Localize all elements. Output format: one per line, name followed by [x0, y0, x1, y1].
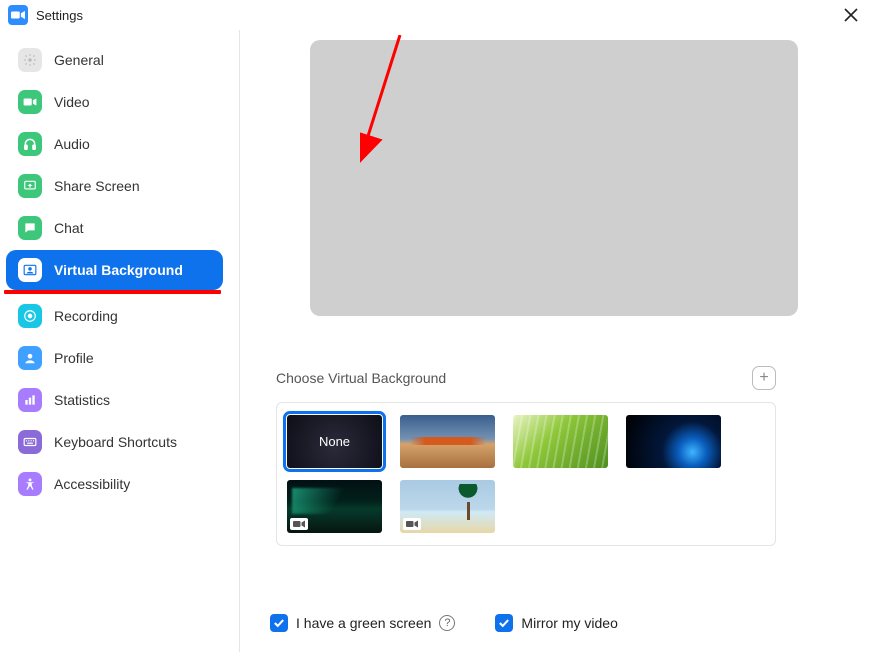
video-badge-icon	[403, 518, 421, 530]
checkbox-checked-icon	[270, 614, 288, 632]
sidebar-item-share[interactable]: Share Screen	[6, 166, 223, 206]
sidebar-item-profile[interactable]: Profile	[6, 338, 223, 378]
close-button[interactable]	[837, 1, 865, 29]
record-icon	[18, 304, 42, 328]
video-preview	[310, 40, 798, 316]
thumbnail-aurora[interactable]	[287, 480, 382, 533]
main-panel: Choose Virtual Background + None	[240, 30, 873, 652]
thumbnail-label: None	[319, 434, 350, 449]
headphones-icon	[18, 132, 42, 156]
sidebar-item-label: Audio	[54, 136, 90, 152]
share-screen-icon	[18, 174, 42, 198]
sidebar: General Video Audio Share Screen Chat Vi…	[0, 30, 240, 652]
add-background-button[interactable]: +	[752, 366, 776, 390]
sidebar-item-video[interactable]: Video	[6, 82, 223, 122]
video-icon	[18, 90, 42, 114]
sidebar-item-label: Profile	[54, 350, 94, 366]
thumbnail-beach[interactable]	[400, 480, 495, 533]
sidebar-item-chat[interactable]: Chat	[6, 208, 223, 248]
accessibility-icon	[18, 472, 42, 496]
window-title: Settings	[36, 8, 83, 23]
person-card-icon	[18, 258, 42, 282]
checkbox-label: I have a green screen	[296, 615, 431, 631]
background-thumbnails: None	[276, 402, 776, 546]
zoom-app-icon	[8, 5, 28, 25]
help-icon[interactable]: ?	[439, 615, 455, 631]
thumbnail-grass[interactable]	[513, 415, 608, 468]
sidebar-item-label: Statistics	[54, 392, 110, 408]
annotation-underline	[4, 290, 221, 294]
titlebar: Settings	[0, 0, 873, 30]
sidebar-item-label: Keyboard Shortcuts	[54, 434, 177, 450]
video-badge-icon	[290, 518, 308, 530]
sidebar-item-statistics[interactable]: Statistics	[6, 380, 223, 420]
thumbnail-none[interactable]: None	[287, 415, 382, 468]
sidebar-item-keyboard[interactable]: Keyboard Shortcuts	[6, 422, 223, 462]
checkbox-label: Mirror my video	[521, 615, 617, 631]
person-icon	[18, 346, 42, 370]
sidebar-item-accessibility[interactable]: Accessibility	[6, 464, 223, 504]
sidebar-item-audio[interactable]: Audio	[6, 124, 223, 164]
plus-icon: +	[759, 369, 768, 387]
sidebar-item-label: Chat	[54, 220, 84, 236]
section-title: Choose Virtual Background	[276, 370, 446, 386]
gear-icon	[18, 48, 42, 72]
sidebar-item-label: Virtual Background	[54, 262, 183, 278]
sidebar-item-label: Accessibility	[54, 476, 130, 492]
thumbnail-earth[interactable]	[626, 415, 721, 468]
sidebar-item-label: Recording	[54, 308, 118, 324]
sidebar-item-label: Video	[54, 94, 90, 110]
sidebar-item-label: Share Screen	[54, 178, 140, 194]
sidebar-item-label: General	[54, 52, 104, 68]
sidebar-item-recording[interactable]: Recording	[6, 296, 223, 336]
bar-chart-icon	[18, 388, 42, 412]
main-container: General Video Audio Share Screen Chat Vi…	[0, 30, 873, 652]
keyboard-icon	[18, 430, 42, 454]
sidebar-item-virtual-background[interactable]: Virtual Background	[6, 250, 223, 290]
chat-icon	[18, 216, 42, 240]
close-icon	[844, 8, 858, 22]
thumbnail-bridge[interactable]	[400, 415, 495, 468]
checkbox-checked-icon	[495, 614, 513, 632]
green-screen-checkbox[interactable]: I have a green screen ?	[270, 614, 455, 632]
mirror-video-checkbox[interactable]: Mirror my video	[495, 614, 617, 632]
sidebar-item-general[interactable]: General	[6, 40, 223, 80]
